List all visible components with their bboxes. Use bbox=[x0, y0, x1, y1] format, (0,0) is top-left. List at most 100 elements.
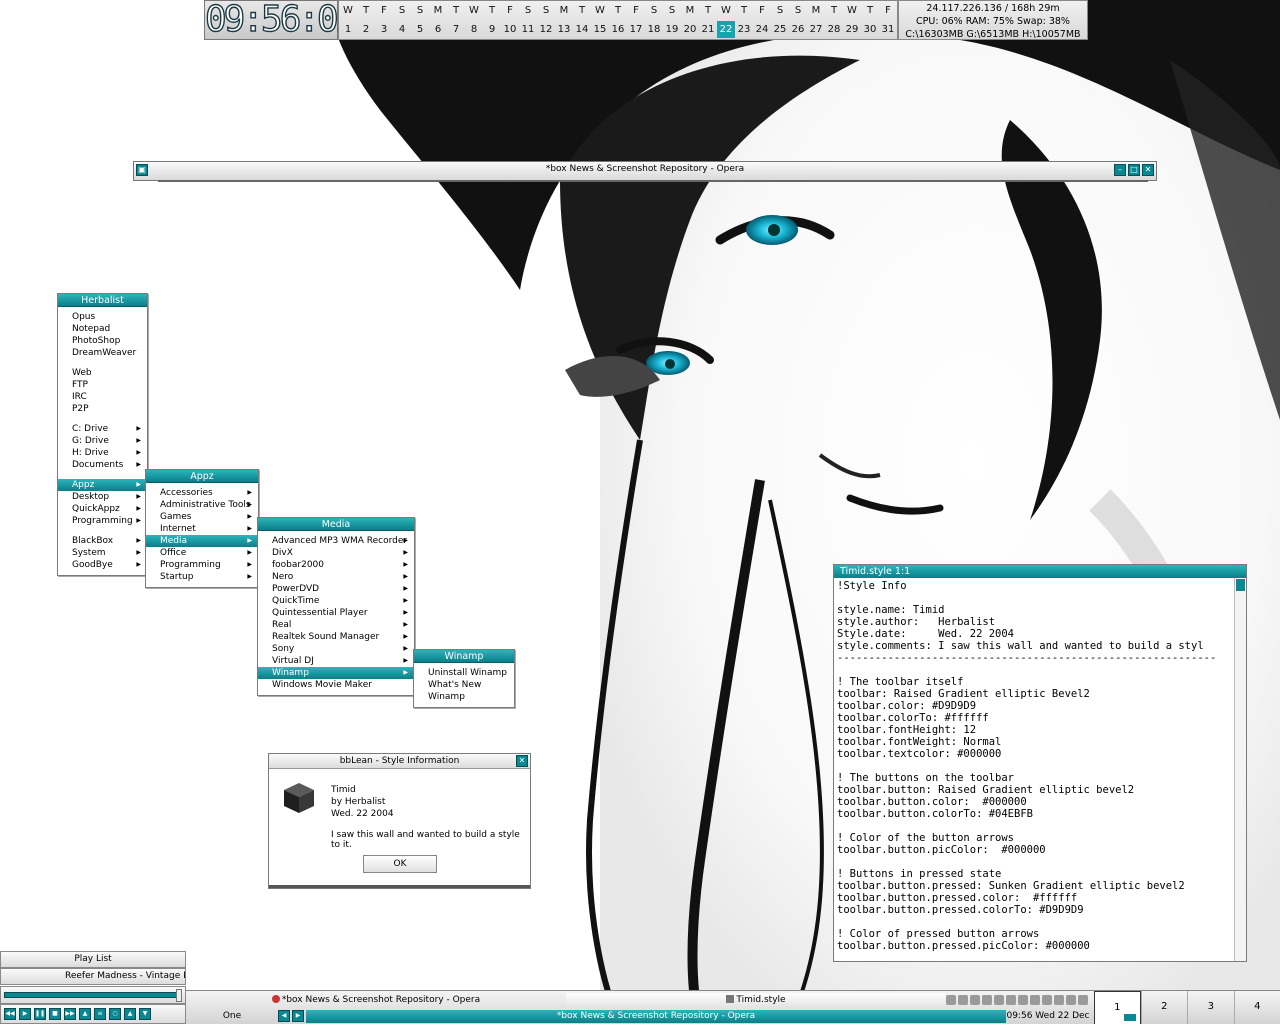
calendar-date[interactable]: 10 bbox=[501, 21, 519, 38]
menu-item-startup[interactable]: Startup ▶ bbox=[146, 571, 258, 583]
menu-item-media[interactable]: Media ▶ bbox=[146, 535, 258, 547]
calendar-date[interactable]: 8 bbox=[465, 21, 483, 38]
menu-item-photoshop[interactable]: PhotoShop bbox=[58, 335, 147, 347]
calendar-date[interactable]: 16 bbox=[609, 21, 627, 38]
calendar-date[interactable]: 23 bbox=[735, 21, 753, 38]
calendar-date[interactable]: 7 bbox=[447, 21, 465, 38]
seek-knob[interactable] bbox=[176, 989, 182, 1002]
menu-item-p2p[interactable]: P2P bbox=[58, 403, 147, 415]
calendar-date[interactable]: 25 bbox=[771, 21, 789, 38]
menu-item-virtual-dj[interactable]: Virtual DJ ▶ bbox=[258, 655, 414, 667]
menu-item-g-drive[interactable]: G: Drive ▶ bbox=[58, 435, 147, 447]
menu-item-notepad[interactable]: Notepad bbox=[58, 323, 147, 335]
menu-item-quintessential-player[interactable]: Quintessential Player ▶ bbox=[258, 607, 414, 619]
calendar-date[interactable]: 6 bbox=[429, 21, 447, 38]
close-icon[interactable]: ✕ bbox=[1142, 164, 1154, 176]
editor-scrollbar[interactable] bbox=[1234, 578, 1246, 961]
winamp-menu[interactable]: Winamp Uninstall Winamp What's New Winamp bbox=[413, 649, 515, 708]
editor-text-area[interactable]: !Style Info style.name: Timid style.auth… bbox=[837, 580, 1233, 952]
task-opera[interactable]: *box News & Screenshot Repository - Oper… bbox=[186, 993, 566, 1007]
calendar-date[interactable]: 15 bbox=[591, 21, 609, 38]
appz-menu[interactable]: Appz Accessories ▶ Administrative Tools ▶ Ga… bbox=[145, 469, 259, 588]
media-menu[interactable]: Media Advanced MP3 WMA Recorder ▶ DivX ▶ foo… bbox=[257, 517, 415, 696]
menu-item-opus[interactable]: Opus bbox=[58, 311, 147, 323]
calendar-date[interactable]: 3 bbox=[375, 21, 393, 38]
calendar-date[interactable]: 4 bbox=[393, 21, 411, 38]
menu-item-irc[interactable]: IRC bbox=[58, 391, 147, 403]
calendar-date[interactable]: 1 bbox=[339, 21, 357, 38]
calendar-date[interactable]: 17 bbox=[627, 21, 645, 38]
eject-icon[interactable]: ▲ bbox=[79, 1008, 91, 1020]
menu-item-web[interactable]: Web bbox=[58, 367, 147, 379]
calendar-date[interactable]: 12 bbox=[537, 21, 555, 38]
menu-item-advanced-mp3-wma-recorder[interactable]: Advanced MP3 WMA Recorder ▶ bbox=[258, 535, 414, 547]
calendar-date[interactable]: 27 bbox=[807, 21, 825, 38]
tray-icon[interactable] bbox=[1054, 995, 1064, 1005]
next-workspace-icon[interactable]: ▶ bbox=[292, 1010, 304, 1022]
tray-icon[interactable] bbox=[970, 995, 980, 1005]
tray-icon[interactable] bbox=[958, 995, 968, 1005]
calendar-date[interactable]: 24 bbox=[753, 21, 771, 38]
workspace-4[interactable]: 4 bbox=[1233, 991, 1280, 1024]
stop-icon[interactable]: ■ bbox=[49, 1008, 61, 1020]
menu-item-accessories[interactable]: Accessories ▶ bbox=[146, 487, 258, 499]
calendar-date[interactable]: 30 bbox=[861, 21, 879, 38]
menu-item-ftp[interactable]: FTP bbox=[58, 379, 147, 391]
ok-button[interactable]: OK bbox=[363, 855, 437, 873]
calendar-date[interactable]: 31 bbox=[879, 21, 897, 38]
tray-icon[interactable] bbox=[1066, 995, 1076, 1005]
task-timid-style[interactable]: Timid.style bbox=[566, 993, 946, 1007]
menu-item-powerdvd[interactable]: PowerDVD ▶ bbox=[258, 583, 414, 595]
repeat-icon[interactable]: ○ bbox=[109, 1008, 121, 1020]
root-menu[interactable]: Herbalist Opus Notepad PhotoShop DreamWeave… bbox=[57, 293, 148, 576]
menu-item-appz[interactable]: Appz ▶ bbox=[58, 479, 147, 491]
menu-item-foobar2000[interactable]: foobar2000 ▶ bbox=[258, 559, 414, 571]
playlist-icon[interactable]: ≡ bbox=[94, 1008, 106, 1020]
calendar-date[interactable]: 13 bbox=[555, 21, 573, 38]
calendar-date[interactable]: 26 bbox=[789, 21, 807, 38]
next-icon[interactable]: ▶▶ bbox=[64, 1008, 76, 1020]
tray-icon[interactable] bbox=[982, 995, 992, 1005]
pause-icon[interactable]: ❚❚ bbox=[34, 1008, 46, 1020]
menu-item-dreamweaver[interactable]: DreamWeaver bbox=[58, 347, 147, 359]
menu-item-winamp[interactable]: Winamp ▶ bbox=[258, 667, 414, 679]
menu-item-programming[interactable]: Programming ▶ bbox=[58, 515, 147, 527]
calendar-date[interactable]: 19 bbox=[663, 21, 681, 38]
workspace-3[interactable]: 3 bbox=[1187, 991, 1234, 1024]
close-icon[interactable]: ✕ bbox=[516, 755, 528, 767]
calendar-date[interactable]: 9 bbox=[483, 21, 501, 38]
tray-icon[interactable] bbox=[1006, 995, 1016, 1005]
menu-item-nero[interactable]: Nero ▶ bbox=[258, 571, 414, 583]
calendar-date[interactable]: 28 bbox=[825, 21, 843, 38]
calendar-date[interactable]: 18 bbox=[645, 21, 663, 38]
calendar-today[interactable]: 22 bbox=[717, 21, 735, 38]
menu-item-administrative-tools[interactable]: Administrative Tools ▶ bbox=[146, 499, 258, 511]
previous-icon[interactable]: ◀◀ bbox=[4, 1008, 16, 1020]
opera-window[interactable]: ▣ *box News & Screenshot Repository - Op… bbox=[133, 161, 1157, 182]
workspace-2[interactable]: 2 bbox=[1140, 991, 1188, 1024]
menu-item-h-drive[interactable]: H: Drive ▶ bbox=[58, 447, 147, 459]
menu-item-blackbox[interactable]: BlackBox ▶ bbox=[58, 535, 147, 547]
tray-icon[interactable] bbox=[946, 995, 956, 1005]
calendar-date[interactable]: 2 bbox=[357, 21, 375, 38]
calendar-date[interactable]: 11 bbox=[519, 21, 537, 38]
menu-item-desktop[interactable]: Desktop ▶ bbox=[58, 491, 147, 503]
menu-item-goodbye[interactable]: GoodBye ▶ bbox=[58, 559, 147, 571]
menu-item-winamp[interactable]: Winamp bbox=[414, 691, 514, 703]
tray-icon[interactable] bbox=[1078, 995, 1088, 1005]
tray-icon[interactable] bbox=[1030, 995, 1040, 1005]
menu-item-documents[interactable]: Documents ▶ bbox=[58, 459, 147, 471]
volume-up-icon[interactable]: ▲ bbox=[124, 1008, 136, 1020]
calendar-date[interactable]: 14 bbox=[573, 21, 591, 38]
scrollbar-thumb[interactable] bbox=[1236, 579, 1245, 591]
menu-item-real[interactable]: Real ▶ bbox=[258, 619, 414, 631]
tray-icon[interactable] bbox=[994, 995, 1004, 1005]
menu-item-uninstall-winamp[interactable]: Uninstall Winamp bbox=[414, 667, 514, 679]
active-window-title[interactable]: *box News & Screenshot Repository - Oper… bbox=[306, 1010, 1006, 1023]
menu-item-c-drive[interactable]: C: Drive ▶ bbox=[58, 423, 147, 435]
menu-item-realtek-sound-manager[interactable]: Realtek Sound Manager ▶ bbox=[258, 631, 414, 643]
menu-item-quickappz[interactable]: QuickAppz ▶ bbox=[58, 503, 147, 515]
menu-item-divx[interactable]: DivX ▶ bbox=[258, 547, 414, 559]
menu-item-games[interactable]: Games ▶ bbox=[146, 511, 258, 523]
prev-workspace-icon[interactable]: ◀ bbox=[278, 1010, 290, 1022]
